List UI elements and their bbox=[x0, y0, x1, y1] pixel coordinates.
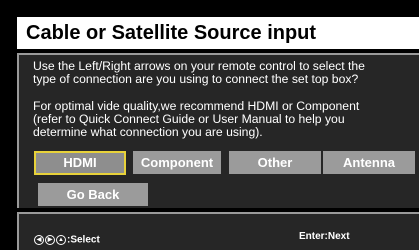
select-hint: ◀ ▶ ▲ :Select bbox=[34, 234, 100, 247]
next-hint: Enter:Next bbox=[299, 231, 350, 242]
footer-hints: ◀ ▶ ▲ :Select Enter:Next bbox=[17, 212, 419, 250]
recommendation-text: For optimal vide quality,we recommend HD… bbox=[33, 100, 359, 139]
select-hint-label: :Select bbox=[67, 234, 100, 246]
antenna-option-button[interactable]: Antenna bbox=[323, 151, 415, 174]
page-title: Cable or Satellite Source input bbox=[17, 17, 419, 49]
arrow-up-down-icon: ▲ bbox=[56, 234, 66, 245]
arrow-left-icon: ◀ bbox=[34, 234, 44, 245]
instruction-text: Use the Left/Right arrows on your remote… bbox=[33, 60, 365, 86]
instruction-line-2: type of connection are you using to conn… bbox=[33, 72, 359, 86]
recommendation-line-3: determine what connection you are using)… bbox=[33, 125, 263, 139]
go-back-button[interactable]: Go Back bbox=[38, 183, 148, 206]
component-option-button[interactable]: Component bbox=[133, 151, 221, 174]
navigation-arrows: ◀ ▶ ▲ bbox=[34, 234, 67, 246]
tv-setup-screen: Cable or Satellite Source input Use the … bbox=[0, 0, 419, 250]
hdmi-option-button[interactable]: HDMI bbox=[34, 151, 126, 175]
arrow-right-icon: ▶ bbox=[45, 234, 55, 245]
other-option-button[interactable]: Other bbox=[229, 151, 321, 174]
